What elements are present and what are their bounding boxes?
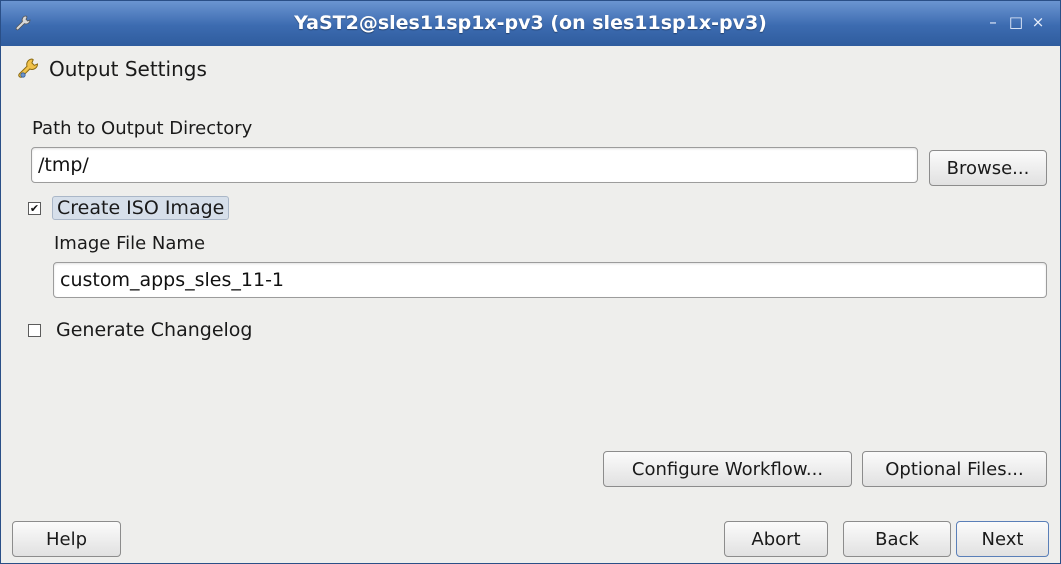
optional-files-button[interactable]: Optional Files... <box>862 451 1047 487</box>
page-title: Output Settings <box>15 55 207 83</box>
generate-changelog-checkbox[interactable] <box>28 323 41 337</box>
create-iso-checkbox[interactable]: ✔ <box>28 201 41 215</box>
back-button[interactable]: Back <box>843 521 951 557</box>
wrench-icon <box>18 58 39 78</box>
configure-workflow-button[interactable]: Configure Workflow... <box>603 451 852 487</box>
close-icon[interactable]: × <box>1029 13 1047 31</box>
help-button[interactable]: Help <box>12 521 121 557</box>
window-title: YaST2@sles11sp1x-pv3 (on sles11sp1x-pv3) <box>294 12 767 34</box>
output-dir-label-text: Path to Output Directory <box>32 118 253 139</box>
create-iso-checkbox-row[interactable]: ✔ Create ISO Image <box>28 196 230 220</box>
create-iso-label[interactable]: Create ISO Image <box>52 196 230 220</box>
image-file-label: Image File Name <box>54 233 206 254</box>
minimize-icon[interactable]: – <box>984 13 1002 31</box>
image-file-input[interactable] <box>53 262 1047 298</box>
browse-button[interactable]: Browse... <box>929 150 1047 186</box>
dialog-content: Output Settings Path to Output Directory… <box>1 46 1060 563</box>
abort-button[interactable]: Abort <box>724 521 828 557</box>
maximize-icon[interactable]: □ <box>1007 13 1025 31</box>
title-bar[interactable]: YaST2@sles11sp1x-pv3 (on sles11sp1x-pv3)… <box>1 1 1060 46</box>
output-dir-label: Path to Output Directory <box>32 118 252 139</box>
generate-changelog-label[interactable]: Generate Changelog <box>52 318 257 342</box>
generate-changelog-checkbox-row[interactable]: Generate Changelog <box>28 318 257 342</box>
page-title-text: Output Settings <box>49 57 207 81</box>
next-button[interactable]: Next <box>956 521 1049 557</box>
yast-window: YaST2@sles11sp1x-pv3 (on sles11sp1x-pv3)… <box>0 0 1061 564</box>
output-dir-input[interactable] <box>31 147 918 183</box>
